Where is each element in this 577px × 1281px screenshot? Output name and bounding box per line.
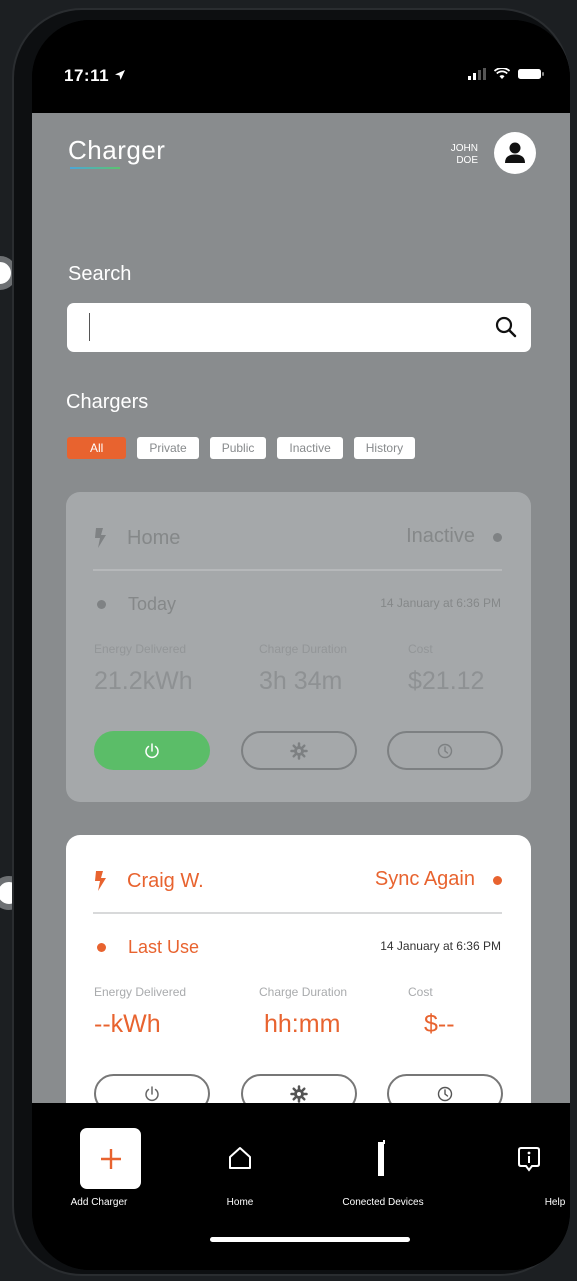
status-bar: 17:11 [32, 20, 570, 113]
search-box [67, 303, 531, 352]
power-icon [145, 742, 159, 758]
card-divider [93, 912, 502, 914]
battery-icon [518, 69, 544, 79]
duration-label: Charge Duration [259, 642, 348, 656]
sub-dot [97, 600, 106, 609]
sub-dot [97, 943, 106, 952]
energy-value: --kWh [94, 1010, 161, 1038]
phone-screen: 17:11 Charger JOHN DOE Search Chargers A… [32, 20, 570, 1270]
location-arrow-icon [115, 70, 125, 80]
avatar[interactable] [494, 132, 536, 174]
filter-chip-private[interactable]: Private [137, 437, 199, 459]
clock-icon [437, 1086, 453, 1101]
device-icon [378, 1140, 385, 1176]
status-time: 17:11 [64, 66, 110, 85]
duration-label: Charge Duration [259, 985, 348, 999]
search-input[interactable] [89, 313, 479, 341]
settings-button[interactable] [241, 731, 357, 770]
energy-label: Energy Delivered [94, 985, 187, 999]
search-icon[interactable] [495, 316, 517, 338]
timestamp: 14 January at 6:36 PM [380, 596, 501, 610]
home-indicator [210, 1237, 410, 1242]
cost-label: Cost [408, 985, 433, 999]
home-icon [229, 1147, 251, 1169]
chargers-title: Chargers [66, 391, 149, 413]
sync-again-link[interactable]: Sync Again [375, 868, 475, 891]
app-logo: Charger [68, 135, 166, 165]
search-label: Search [68, 263, 132, 285]
nav-label-connected-devices: Conected Devices [342, 1197, 424, 1208]
gear-icon [290, 1084, 308, 1103]
nav-label-add-charger: Add Charger [70, 1197, 128, 1208]
last-use-label: Today [128, 594, 177, 614]
history-button[interactable] [387, 731, 503, 770]
gear-icon [290, 741, 308, 760]
status-dot [493, 533, 502, 542]
user-name: JOHN DOE [451, 143, 478, 167]
cost-label: Cost [408, 642, 433, 656]
cost-value: $-- [424, 1010, 455, 1038]
charger-status: Inactive [406, 525, 475, 547]
filter-chip-public[interactable]: Public [209, 437, 267, 459]
user-first-name: JOHN [450, 143, 478, 154]
duration-value: hh:mm [264, 1010, 341, 1038]
status-icons [468, 68, 544, 80]
power-button[interactable] [94, 1074, 210, 1103]
charger-card-craig[interactable]: Craig W. Sync Again Last Use 14 January … [66, 835, 531, 1103]
filter-chip-history[interactable]: History [353, 437, 416, 459]
nav-label-help: Help [544, 1197, 566, 1208]
timestamp: 14 January at 6:36 PM [380, 939, 501, 953]
user-icon [505, 142, 525, 163]
filter-chips: All Private Public Inactive History [67, 437, 416, 459]
nav-label-home: Home [226, 1197, 254, 1208]
wifi-icon [494, 68, 510, 79]
filter-chip-all[interactable]: All [67, 437, 127, 459]
energy-value: 21.2kWh [94, 667, 193, 695]
plus-icon [100, 1148, 121, 1169]
signal-icon [468, 68, 486, 80]
cost-value: $21.12 [408, 667, 485, 695]
add-charger-button[interactable] [80, 1128, 141, 1189]
bottom-nav: Add Charger Home Conected Devices Help [32, 1103, 570, 1270]
filter-chip-inactive[interactable]: Inactive [277, 437, 343, 459]
info-icon [518, 1147, 540, 1172]
duration-value: 3h 34m [259, 667, 343, 695]
charger-name: Craig W. [127, 870, 204, 892]
user-last-name: DOE [456, 155, 478, 166]
bolt-icon [95, 528, 106, 548]
charger-name: Home [127, 527, 181, 549]
history-button[interactable] [387, 1074, 503, 1103]
clock-icon [437, 743, 453, 758]
card-divider [93, 569, 502, 571]
logo-underline [70, 167, 120, 169]
charger-card-home[interactable]: Home Inactive Today 14 January at 6:36 P… [66, 492, 531, 802]
last-use-label: Last Use [128, 937, 200, 957]
power-icon [145, 1085, 159, 1101]
status-dot [493, 876, 502, 885]
bolt-icon [95, 871, 106, 891]
energy-label: Energy Delivered [94, 642, 187, 656]
power-button[interactable] [94, 731, 210, 770]
settings-button[interactable] [241, 1074, 357, 1103]
main-content: Charger JOHN DOE Search Chargers All Pri… [32, 113, 570, 1103]
